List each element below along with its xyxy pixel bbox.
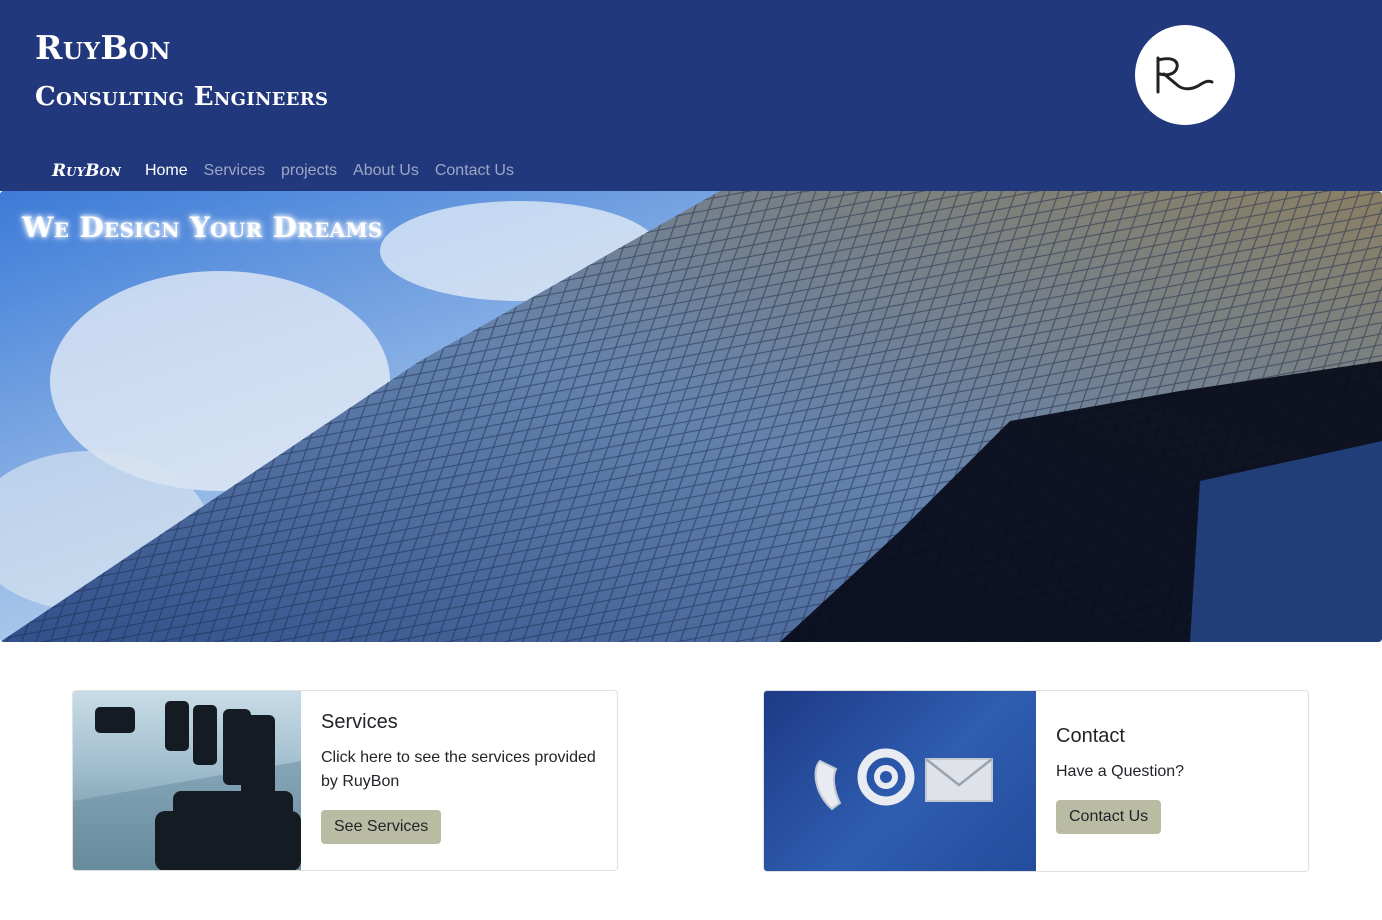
services-card-text: Click here to see the services provided … <box>321 749 596 790</box>
navbar-brand[interactable]: RuyBon <box>52 161 121 181</box>
nav-link-home[interactable]: Home <box>145 162 188 180</box>
nav-link-about-us[interactable]: About Us <box>353 162 419 180</box>
services-card-image <box>73 691 301 870</box>
contact-card-title: Contact <box>1056 725 1125 747</box>
contact-card-image <box>764 691 1036 871</box>
contact-card-text: Have a Question? <box>1056 763 1185 780</box>
navbar: RuyBon Home Services projects About Us C… <box>0 152 1382 190</box>
skyscraper-image <box>0 191 1382 642</box>
services-card-title: Services <box>321 711 398 733</box>
contact-us-button[interactable]: Contact Us <box>1056 800 1162 834</box>
contact-card: Contact Have a Question? Contact Us <box>763 690 1309 872</box>
hero-banner: We Design Your Dreams <box>0 191 1382 642</box>
logo-icon <box>1135 25 1235 125</box>
envelope-icon <box>925 758 993 802</box>
brand-subtitle: Consulting Engineers <box>35 82 329 112</box>
brand-title: RuyBon <box>35 28 171 67</box>
site-header: RuyBon Consulting Engineers RuyBon Home … <box>0 0 1382 191</box>
services-card: Services Click here to see the services … <box>72 690 618 871</box>
phone-icon <box>814 759 842 811</box>
nav-link-projects[interactable]: projects <box>281 162 337 180</box>
nav-link-contact-us[interactable]: Contact Us <box>435 162 514 180</box>
nav-link-services[interactable]: Services <box>204 162 265 180</box>
hero-tagline: We Design Your Dreams <box>22 211 383 244</box>
at-sign-icon <box>857 748 915 806</box>
see-services-button[interactable]: See Services <box>321 810 442 844</box>
